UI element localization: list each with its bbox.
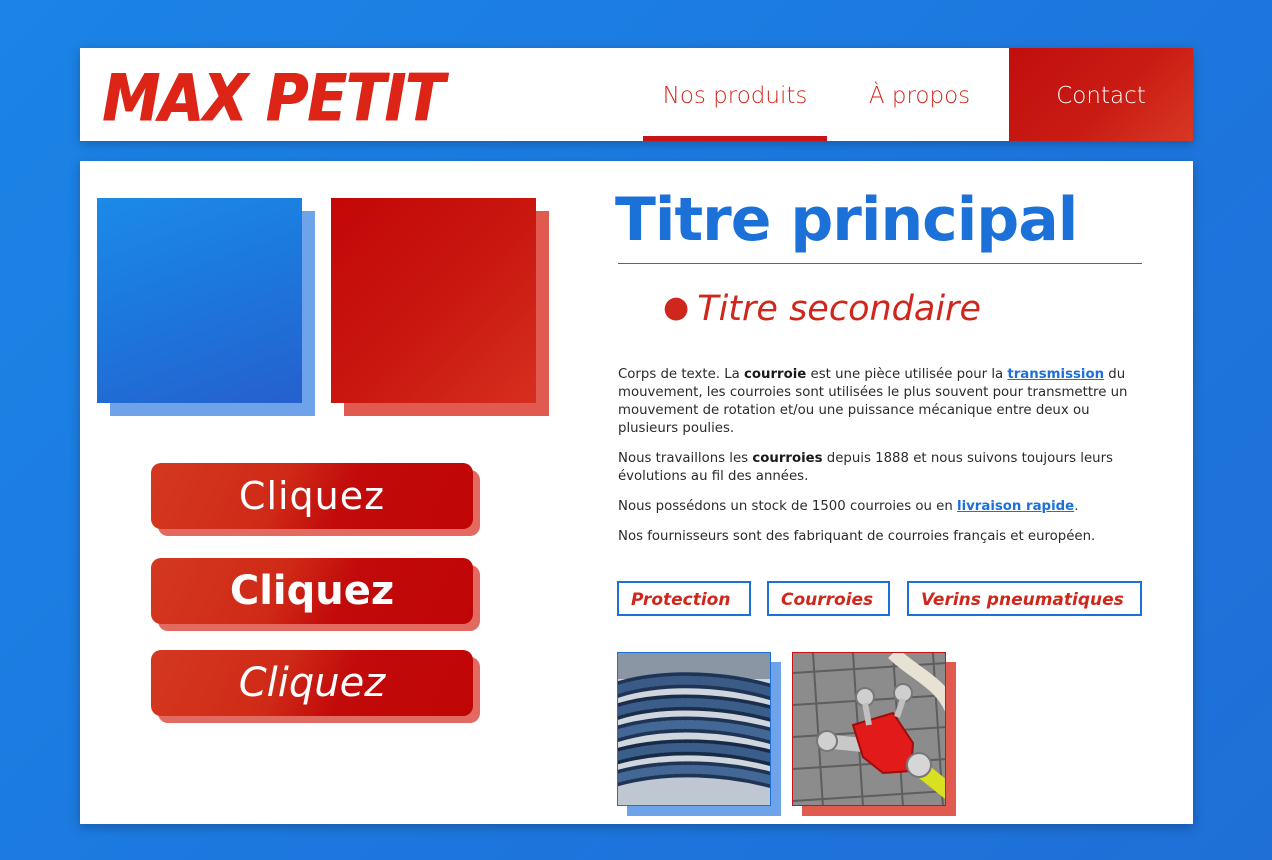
tag-protection[interactable]: Protection: [617, 581, 751, 616]
tag-verins[interactable]: Verins pneumatiques: [907, 581, 1142, 616]
main-card: Cliquez Cliquez Cliquez Titre principal …: [80, 161, 1193, 824]
link-fast-delivery[interactable]: livraison rapide: [957, 499, 1074, 514]
click-button-italic[interactable]: Cliquez: [151, 650, 473, 716]
subtitle-text: Titre secondaire: [697, 289, 981, 329]
bullet-icon: ●: [663, 290, 690, 325]
bold-text: courroie: [744, 367, 807, 382]
paragraph: Nous travaillons les courroies depuis 18…: [618, 450, 1143, 486]
paragraph: Nos fournisseurs sont des fabriquant de …: [618, 529, 1096, 544]
text: .: [1074, 499, 1079, 514]
site-header: MAX PETIT Nos produits À propos Contact: [80, 48, 1193, 141]
logo[interactable]: MAX PETIT: [102, 60, 444, 136]
paragraph: Corps de texte. La courroie est une pièc…: [618, 366, 1143, 438]
text: Corps de texte. La: [618, 367, 744, 382]
nav-about[interactable]: À propos: [852, 48, 987, 141]
link-transmission[interactable]: transmission: [1007, 367, 1104, 382]
red-square: [331, 198, 536, 403]
text: Nous possédons un stock de 1500 courroie…: [618, 499, 958, 514]
bold-text: courroies: [752, 451, 823, 466]
text: Nous travaillons les: [618, 451, 753, 466]
subtitle: ● Titre secondaire: [663, 289, 981, 329]
hose-image: [618, 653, 770, 805]
valve-photo: [792, 652, 946, 806]
title-divider: [618, 263, 1142, 264]
click-button-bold[interactable]: Cliquez: [151, 558, 473, 624]
blue-square: [97, 198, 302, 403]
click-button-regular[interactable]: Cliquez: [151, 463, 473, 529]
page-title: Titre principal: [615, 185, 1078, 255]
nav-products[interactable]: Nos produits: [643, 48, 827, 141]
tag-courroies[interactable]: Courroies: [767, 581, 890, 616]
paragraph: Nous possédons un stock de 1500 courroie…: [618, 498, 1143, 516]
text: est une pièce utilisée pour la: [806, 367, 1008, 382]
nav-contact-button[interactable]: Contact: [1009, 48, 1193, 141]
body-text: Corps de texte. La courroie est une pièc…: [618, 366, 1143, 558]
valve-image: [793, 653, 945, 805]
hose-photo: [617, 652, 771, 806]
